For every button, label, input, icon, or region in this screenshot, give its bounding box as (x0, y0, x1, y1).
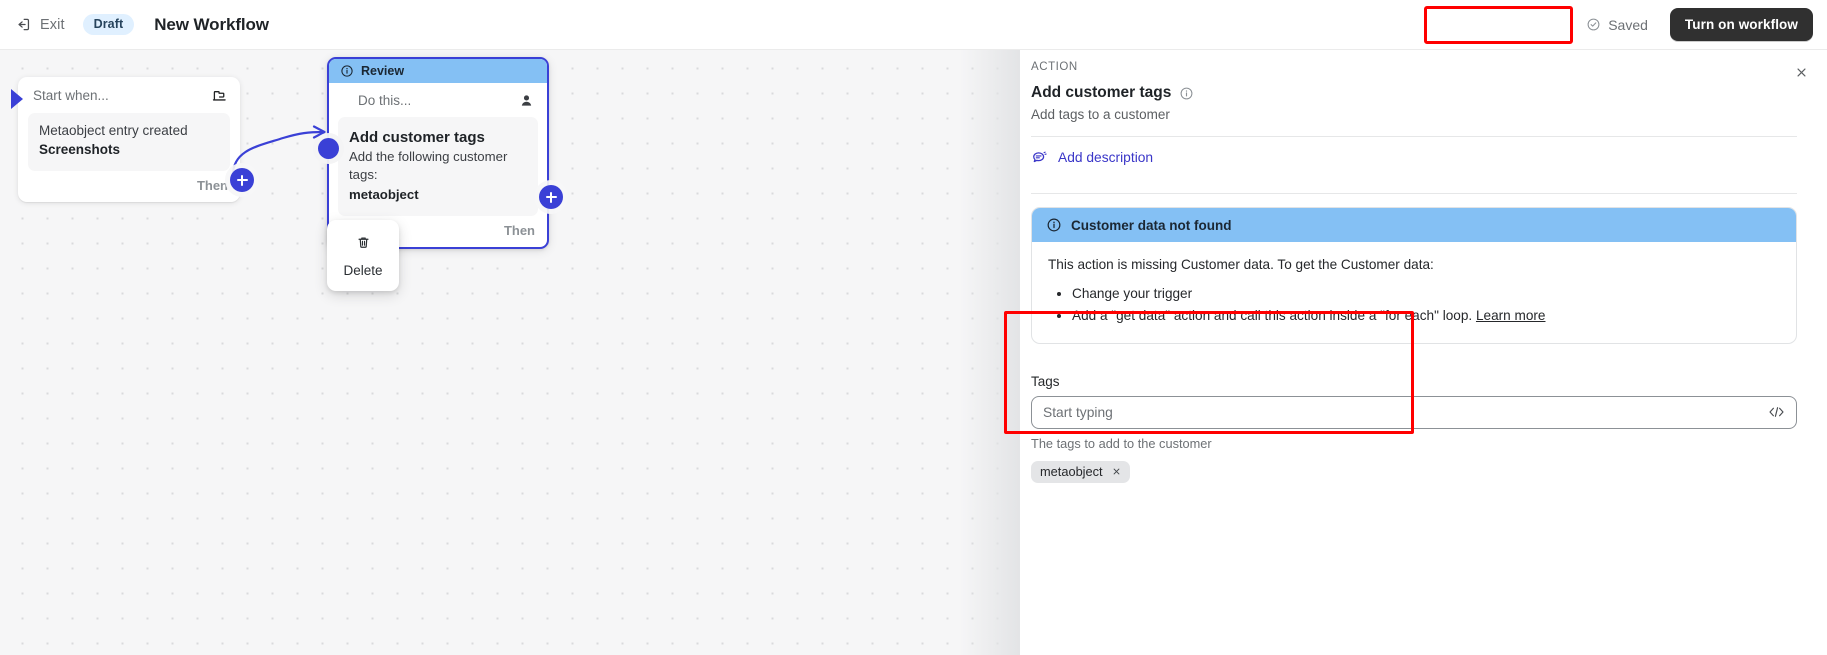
action-review-banner: Review (329, 59, 547, 83)
saved-status: Saved (1586, 17, 1648, 33)
check-circle-icon (1587, 18, 1600, 31)
trigger-node-header-label: Start when... (33, 87, 109, 103)
notice-bullet-2: Add a "get data" action and call this ac… (1072, 307, 1473, 323)
panel-content: ACTION Add customer tags Add tags to a c… (1020, 50, 1827, 483)
customer-data-notice: Customer data not found This action is m… (1031, 207, 1797, 344)
add-description-button[interactable]: Add description (1031, 137, 1797, 179)
trigger-resource-name: Screenshots (39, 142, 121, 158)
tags-field-section: Tags The tags to add to the customer met… (1031, 374, 1797, 483)
list-item: Add a "get data" action and call this ac… (1072, 305, 1780, 327)
trash-icon (357, 237, 369, 248)
saved-label: Saved (1608, 16, 1648, 33)
node-context-menu[interactable]: Delete (327, 220, 399, 291)
list-item: Change your trigger (1072, 283, 1780, 305)
close-icon[interactable] (1788, 59, 1814, 85)
top-bar: Exit Draft New Workflow Saved Turn on wo… (0, 0, 1827, 50)
start-marker-icon (11, 89, 23, 109)
panel-title-row: Add customer tags (1031, 84, 1797, 102)
notice-body: This action is missing Customer data. To… (1032, 242, 1796, 343)
customer-icon (518, 92, 535, 109)
action-description: Add the following customer tags: (349, 149, 508, 183)
trigger-event-name: Metaobject entry created (39, 123, 188, 138)
action-title: Add customer tags (349, 129, 485, 146)
learn-more-link[interactable]: Learn more (1476, 308, 1546, 323)
trigger-node-body: Metaobject entry created Screenshots (28, 113, 230, 171)
page-title: New Workflow (154, 14, 269, 34)
action-node-connector-dot (318, 138, 339, 159)
tags-input[interactable] (1031, 395, 1797, 429)
panel-title: Add customer tags (1031, 84, 1172, 101)
action-node-header-label: Do this... (358, 92, 412, 108)
add-step-after-trigger-button[interactable] (230, 168, 254, 192)
trigger-node[interactable]: Start when... Metaobject entry created S… (18, 77, 240, 202)
exit-icon[interactable] (8, 11, 36, 39)
comment-icon (1031, 149, 1048, 166)
action-review-label: Review (361, 64, 405, 78)
notice-header: Customer data not found (1032, 208, 1796, 242)
notice-bullet-list: Change your trigger Add a "get data" act… (1048, 283, 1780, 327)
delete-menu-item[interactable]: Delete (327, 263, 399, 278)
tags-input-wrapper (1031, 395, 1797, 429)
add-step-after-action-button[interactable] (539, 185, 563, 209)
top-bar-right-group: Saved Turn on workflow (1586, 8, 1827, 41)
workflow-editor: Exit Draft New Workflow Saved Turn on wo… (0, 0, 1827, 655)
trigger-then-label: Then (196, 177, 228, 193)
notice-body-text: This action is missing Customer data. To… (1048, 257, 1434, 272)
trigger-node-footer: Then (18, 171, 240, 202)
tags-field-help-text: The tags to add to the customer (1031, 435, 1212, 451)
info-circle-icon (341, 65, 353, 77)
canvas-edge-shadow (959, 50, 1019, 655)
top-bar-left-group: Exit Draft New Workflow (0, 11, 269, 39)
notice-bullet-1: Change your trigger (1072, 285, 1193, 301)
panel-subtitle: Add tags to a customer (1031, 107, 1170, 122)
action-tag-value: metaobject (349, 186, 419, 202)
notice-heading: Customer data not found (1071, 217, 1232, 233)
trigger-node-header: Start when... (18, 77, 240, 113)
action-then-label: Then (503, 223, 535, 239)
flag-icon (211, 87, 228, 104)
tag-chip[interactable]: metaobject (1031, 460, 1130, 483)
workflow-canvas[interactable]: Start when... Metaobject entry created S… (0, 50, 1019, 655)
info-circle-icon (1047, 218, 1061, 232)
panel-eyebrow: ACTION (1031, 61, 1078, 73)
tag-chip-label: metaobject (1040, 463, 1103, 479)
exit-button[interactable]: Exit (40, 17, 65, 33)
action-node-header: Do this... (329, 83, 547, 117)
tags-field-label: Tags (1031, 373, 1060, 389)
action-node-body: Add customer tags Add the following cust… (338, 117, 538, 217)
close-icon[interactable] (1111, 466, 1122, 477)
info-circle-icon[interactable] (1179, 86, 1194, 101)
code-icon[interactable] (1768, 405, 1785, 419)
panel-divider-bottom (1031, 193, 1797, 194)
status-badge: Draft (82, 14, 135, 35)
add-description-label: Add description (1058, 150, 1154, 165)
action-settings-panel: ACTION Add customer tags Add tags to a c… (1019, 50, 1827, 655)
turn-on-workflow-button[interactable]: Turn on workflow (1669, 8, 1813, 41)
